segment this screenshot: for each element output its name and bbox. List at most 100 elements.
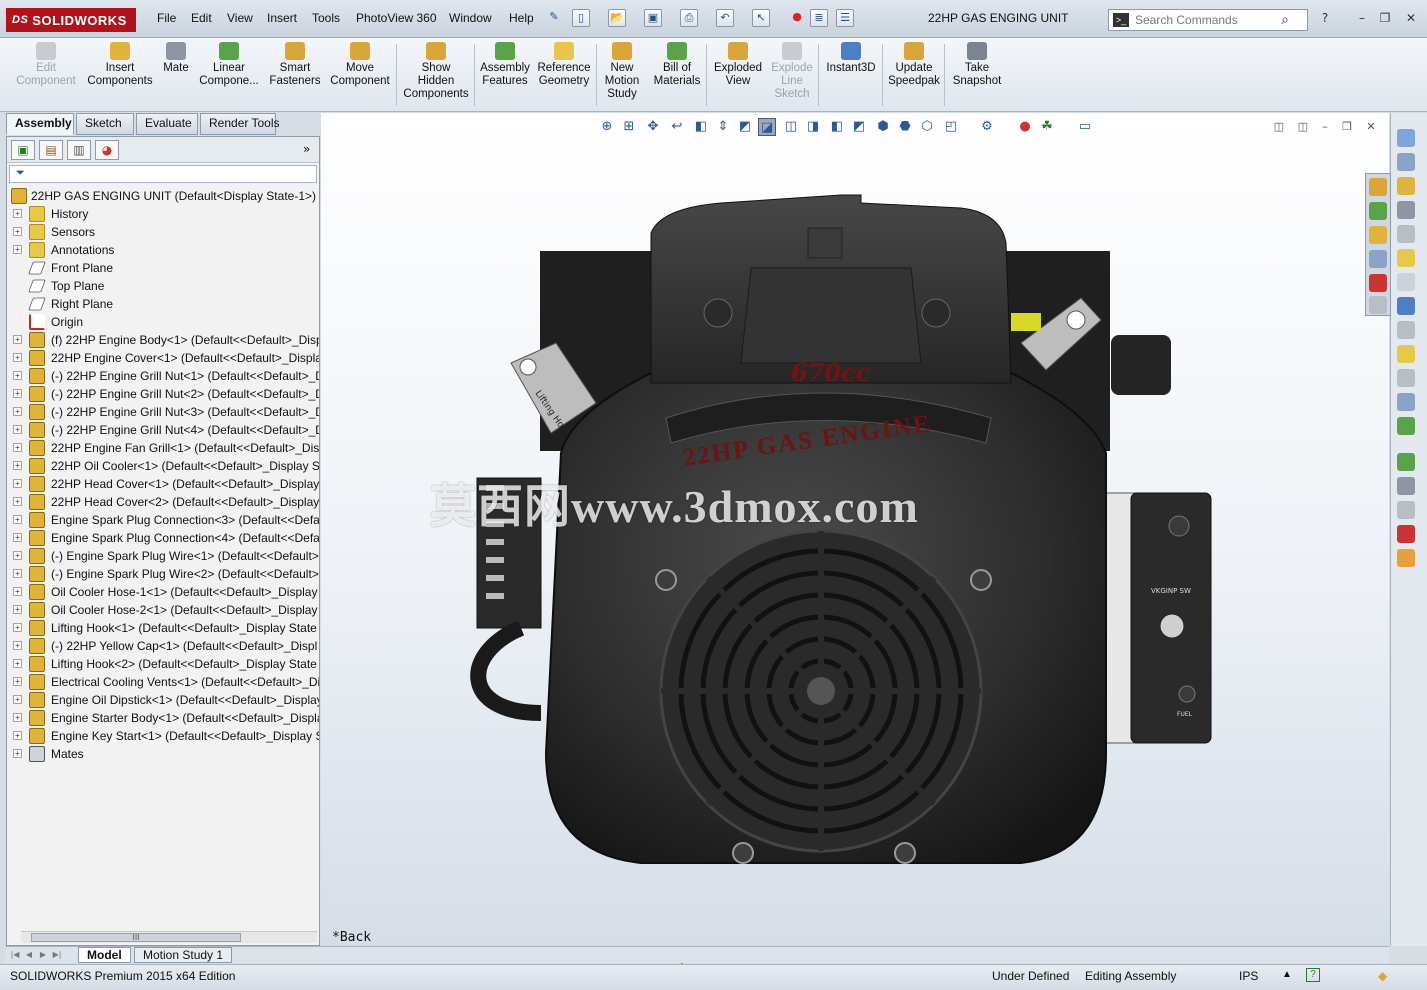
apply-scene-icon[interactable]: ● bbox=[1016, 118, 1034, 136]
expand-toggle-icon[interactable]: + bbox=[13, 425, 22, 434]
feature-manager-tab-icon[interactable]: ▣ bbox=[11, 140, 35, 160]
menu-help[interactable]: Help bbox=[509, 11, 534, 25]
solidworks-logo[interactable]: DS SOLIDWORKS bbox=[6, 8, 136, 32]
menu-view[interactable]: View bbox=[227, 11, 253, 25]
expand-toggle-icon[interactable]: + bbox=[13, 641, 22, 650]
design-library-flyout-icon[interactable] bbox=[1369, 202, 1387, 220]
expand-toggle-icon[interactable]: + bbox=[13, 749, 22, 758]
expand-toggle-icon[interactable]: + bbox=[13, 623, 22, 632]
expand-toggle-icon[interactable]: + bbox=[13, 335, 22, 344]
clip-icon[interactable] bbox=[1397, 225, 1415, 243]
close-icon[interactable]: ✕ bbox=[1402, 10, 1420, 26]
plastics-icon[interactable] bbox=[1397, 525, 1415, 543]
tab-sketch[interactable]: Sketch bbox=[76, 113, 134, 135]
custom-properties-icon[interactable] bbox=[1369, 296, 1387, 314]
viewport-close-icon[interactable]: ✕ bbox=[1364, 121, 1378, 133]
edit-component-button[interactable]: Edit Component bbox=[12, 42, 80, 88]
update-speedpak-button[interactable]: Update Speedpak bbox=[886, 42, 942, 88]
first-tab-icon[interactable]: |◀ bbox=[10, 949, 20, 961]
take-snapshot-button[interactable]: Take Snapshot bbox=[948, 42, 1006, 88]
print-icon[interactable]: ⎙ bbox=[680, 9, 698, 27]
previous-view-icon[interactable]: ↩ bbox=[668, 118, 686, 136]
menu-file[interactable]: File bbox=[157, 11, 176, 25]
search-pane-icon[interactable] bbox=[1397, 201, 1415, 219]
expand-toggle-icon[interactable]: + bbox=[13, 353, 22, 362]
expand-toggle-icon[interactable]: + bbox=[13, 533, 22, 542]
expand-toggle-icon[interactable]: + bbox=[13, 569, 22, 578]
tools-icon[interactable] bbox=[1397, 321, 1415, 339]
pan-icon[interactable]: ✥ bbox=[644, 118, 662, 136]
property-manager-tab-icon[interactable]: ▤ bbox=[39, 140, 63, 160]
warning-icon[interactable] bbox=[1397, 345, 1415, 363]
hide-show-items-icon[interactable]: ◰ bbox=[942, 118, 960, 136]
expand-toggle-icon[interactable]: + bbox=[13, 731, 22, 740]
viewport-tile-icon[interactable]: ◫ bbox=[1296, 121, 1310, 133]
compare-icon[interactable] bbox=[1397, 393, 1415, 411]
tree-horizontal-scrollbar[interactable]: III bbox=[21, 931, 317, 943]
file-explorer-icon[interactable] bbox=[1397, 177, 1415, 195]
expand-toggle-icon[interactable]: + bbox=[13, 677, 22, 686]
view-palette-icon[interactable] bbox=[1397, 273, 1415, 291]
tag-icon[interactable]: ◆ bbox=[1378, 969, 1387, 983]
display-manager-tab-icon[interactable]: ◕ bbox=[95, 140, 119, 160]
shaded-icon[interactable]: ⬣ bbox=[896, 118, 914, 136]
view-front-icon[interactable]: ◫ bbox=[782, 118, 800, 136]
prev-tab-icon[interactable]: ◀ bbox=[24, 949, 34, 961]
edit-appearance-icon[interactable]: ⚙ bbox=[978, 118, 996, 136]
save-icon[interactable]: ▣ bbox=[644, 9, 662, 27]
move-component-button[interactable]: Move Component bbox=[326, 42, 394, 88]
expand-toggle-icon[interactable]: + bbox=[13, 407, 22, 416]
units-selector[interactable]: IPS bbox=[1239, 969, 1258, 983]
expand-toggle-icon[interactable]: + bbox=[13, 551, 22, 560]
appearances-icon[interactable] bbox=[1397, 549, 1415, 567]
view-back-icon[interactable]: ◪ bbox=[758, 118, 776, 136]
expand-toggle-icon[interactable]: + bbox=[13, 515, 22, 524]
scrollbar-thumb[interactable]: III bbox=[31, 933, 241, 942]
last-tab-icon[interactable]: ▶| bbox=[52, 949, 62, 961]
folder-icon[interactable] bbox=[1369, 226, 1387, 244]
tab-render-tools[interactable]: Render Tools bbox=[200, 113, 280, 135]
tab-assembly[interactable]: Assembly bbox=[6, 113, 74, 135]
design-checker-icon[interactable] bbox=[1397, 501, 1415, 519]
next-tab-icon[interactable]: ▶ bbox=[38, 949, 48, 961]
tab-model[interactable]: Model bbox=[78, 947, 131, 963]
shaded-with-edges-icon[interactable]: ⬡ bbox=[918, 118, 936, 136]
simulation-icon[interactable] bbox=[1397, 453, 1415, 471]
configuration-manager-tab-icon[interactable]: ▥ bbox=[67, 140, 91, 160]
filter-icon[interactable]: ⏷ bbox=[16, 166, 25, 179]
menu-insert[interactable]: Insert bbox=[267, 11, 297, 25]
table-icon[interactable] bbox=[1397, 417, 1415, 435]
monitor-icon[interactable]: ▭ bbox=[1076, 118, 1094, 136]
expand-toggle-icon[interactable]: + bbox=[13, 695, 22, 704]
new-motion-study-button[interactable]: New Motion Study bbox=[600, 42, 644, 101]
search-commands-input[interactable]: >_ Search Commands ⌕ bbox=[1108, 9, 1308, 31]
options-icon[interactable]: ☰ bbox=[836, 9, 854, 27]
viewport-split-icon[interactable]: ◫ bbox=[1272, 121, 1286, 133]
minimize-icon[interactable]: – bbox=[1353, 10, 1371, 26]
zoom-to-fit-icon[interactable]: ⊕ bbox=[598, 118, 616, 136]
smart-fasteners-button[interactable]: Smart Fasteners bbox=[266, 42, 324, 88]
linear-pattern-button[interactable]: Linear Compone... bbox=[196, 42, 262, 88]
view-right-icon[interactable]: ◧ bbox=[828, 118, 846, 136]
menu-window[interactable]: Window bbox=[449, 11, 492, 25]
pin-icon[interactable]: ✎ bbox=[545, 9, 563, 27]
instant3d-button[interactable]: Instant3D bbox=[822, 42, 880, 75]
appearances-flyout-icon[interactable] bbox=[1369, 274, 1387, 292]
restore-icon[interactable]: ❐ bbox=[1376, 10, 1394, 26]
rebuild-icon[interactable]: ● bbox=[788, 9, 806, 27]
viewport-minimize-icon[interactable]: – bbox=[1318, 121, 1332, 133]
menu-tools[interactable]: Tools bbox=[312, 11, 340, 25]
expand-toggle-icon[interactable]: + bbox=[13, 605, 22, 614]
help-status-icon[interactable]: ? bbox=[1306, 968, 1320, 982]
expand-toggle-icon[interactable]: + bbox=[13, 497, 22, 506]
expand-toggle-icon[interactable]: + bbox=[13, 587, 22, 596]
expand-toggle-icon[interactable]: + bbox=[13, 227, 22, 236]
expand-toggle-icon[interactable]: + bbox=[13, 443, 22, 452]
units-arrow-icon[interactable]: ▲ bbox=[1282, 969, 1292, 980]
search-icon[interactable]: ⌕ bbox=[1281, 11, 1289, 28]
expand-toggle-icon[interactable]: + bbox=[13, 209, 22, 218]
open-icon[interactable]: 📂 bbox=[608, 9, 626, 27]
explode-line-sketch-button[interactable]: Explode Line Sketch bbox=[768, 42, 816, 101]
mate-button[interactable]: Mate bbox=[160, 42, 192, 75]
viewport-restore-icon[interactable]: ❐ bbox=[1340, 121, 1354, 133]
